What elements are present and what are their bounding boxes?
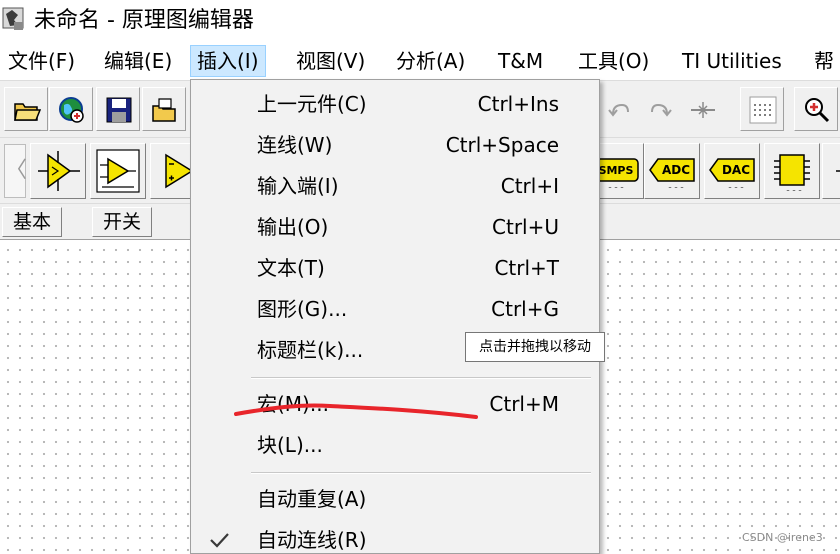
zoom-in-icon [805,98,830,123]
part-ic-chip-button[interactable] [764,143,820,199]
menu-item-shortcut: Ctrl+G [491,297,559,321]
part-buffer-button[interactable] [30,143,86,199]
ic-chip-icon [774,154,810,191]
checkmark-icon [210,533,229,548]
undo-icon [608,103,629,117]
dac-label: DAC [722,163,750,177]
menu-item-label: 标题栏(k)... [257,338,364,362]
menu-item-label: 输出(O) [257,215,329,239]
menu-item-input[interactable]: 输入端(I) Ctrl+I [191,166,599,206]
menu-tools[interactable]: 工具(O) [572,45,655,77]
menu-item-auto-repeat[interactable]: 自动重复(A) [191,479,599,519]
globe-icon [59,97,84,123]
tab-basic[interactable]: 基本 [2,207,63,237]
menu-item-macro[interactable]: 宏(M)... Ctrl+M [191,384,599,424]
menu-insert[interactable]: 插入(I) [190,45,266,77]
part-adc-button[interactable]: ADC [644,143,700,199]
open-file-button[interactable] [142,87,186,131]
menu-item-label: 连线(W) [257,133,333,157]
menu-item-block[interactable]: 块(L)... [191,425,599,465]
watermark-text: CSDN @irene3 [742,531,823,544]
menu-item-shortcut: Ctrl+T [494,256,559,280]
undo-button[interactable] [596,87,640,131]
open-folder-icon [14,103,41,121]
redo-icon [651,103,672,117]
tab-switch[interactable]: 开关 [92,207,153,237]
menu-item-label: 自动连线(R) [257,528,367,552]
menu-view[interactable]: 视图(V) [290,45,371,77]
parts-scroll-left-button[interactable]: 〈 [4,144,27,198]
wire-tool-icon [691,102,715,118]
grid-icon [749,96,777,124]
grid-toggle-button[interactable] [740,87,784,131]
adc-label: ADC [662,163,690,177]
menu-item-wire[interactable]: 连线(W) Ctrl+Space [191,125,599,165]
smps-label: SMPS [599,164,634,177]
title-bar: 未命名 - 原理图编辑器 [0,0,840,42]
window-title: 未命名 - 原理图编辑器 [34,8,254,33]
menu-tm[interactable]: T&M [492,45,549,77]
redo-button[interactable] [638,87,682,131]
menu-bar: 文件(F) 编辑(E) 插入(I) 视图(V) 分析(A) T&M 工具(O) … [0,42,840,80]
menu-item-shortcut: Ctrl+U [492,215,559,239]
save-button[interactable] [96,87,140,131]
menu-item-label: 输入端(I) [257,174,339,198]
menu-item-shortcut: Ctrl+Ins [477,92,559,116]
menu-item-auto-wire[interactable]: 自动连线(R) [191,520,599,554]
menu-item-shortcut: Ctrl+I [500,174,559,198]
part-dac-button[interactable]: DAC [704,143,760,199]
open-file-icon [152,98,176,122]
menu-item-label: 宏(M)... [257,392,329,416]
menu-item-label: 上一元件(C) [257,92,367,116]
app-icon [2,7,24,30]
menu-help[interactable]: 帮 [808,45,840,77]
menu-item-label: 块(L)... [257,433,323,457]
menu-item-shortcut: Ctrl+Space [445,133,559,157]
zoom-in-button[interactable] [794,87,838,131]
opamp-circuit-icon [96,149,140,193]
menu-item-label: 文本(T) [257,256,325,280]
part-opamp-circuit-button[interactable] [90,143,146,199]
dac-part-icon: DAC [709,158,755,188]
menu-item-label: 自动重复(A) [257,487,367,511]
insert-menu-dropdown: 上一元件(C) Ctrl+Ins 连线(W) Ctrl+Space 输入端(I)… [190,79,600,554]
menu-item-shortcut: Ctrl+M [489,392,559,416]
part-next-button[interactable] [822,143,840,199]
menu-file[interactable]: 文件(F) [2,45,81,77]
menu-item-text[interactable]: 文本(T) Ctrl+T [191,248,599,288]
menu-analysis[interactable]: 分析(A) [390,45,471,77]
menu-separator [251,377,591,379]
web-button[interactable] [49,87,93,131]
buffer-part-icon [38,151,80,191]
save-icon [106,97,132,123]
menu-ti-utilities[interactable]: TI Utilities [676,45,788,77]
drag-move-tooltip: 点击并拖拽以移动 [465,332,605,362]
menu-item-label: 图形(G)... [257,297,348,321]
menu-edit[interactable]: 编辑(E) [98,45,178,77]
menu-item-previous-component[interactable]: 上一元件(C) Ctrl+Ins [191,84,599,124]
menu-item-graphic[interactable]: 图形(G)... Ctrl+G [191,289,599,329]
menu-item-output[interactable]: 输出(O) Ctrl+U [191,207,599,247]
menu-separator [251,472,591,474]
partial-part-icon [836,170,840,172]
open-folder-button[interactable] [4,87,48,131]
adc-part-icon: ADC [649,158,695,188]
wire-tool-button[interactable] [680,87,724,131]
